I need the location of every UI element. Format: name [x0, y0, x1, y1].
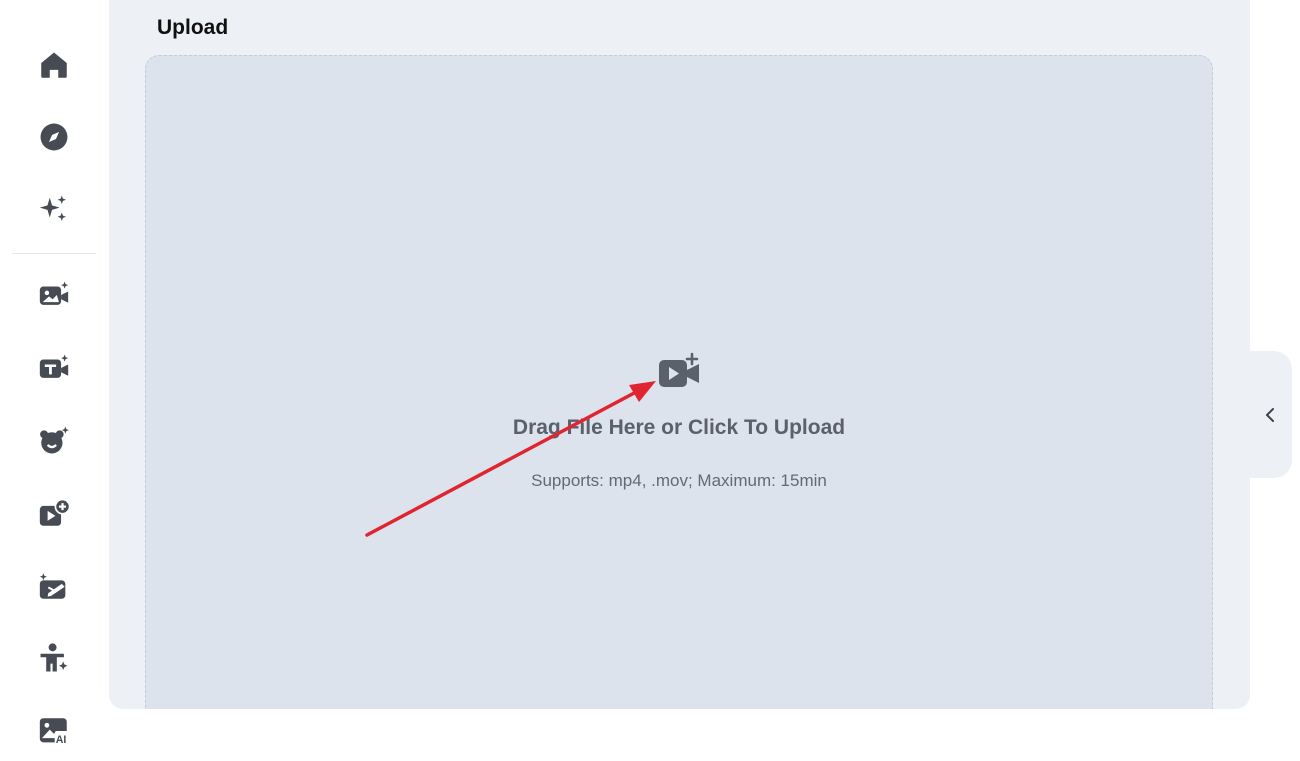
nav-ai-image[interactable]: AI — [34, 711, 74, 751]
upload-dropzone[interactable]: Drag File Here or Click To Upload Suppor… — [145, 55, 1213, 709]
svg-text:AI: AI — [56, 734, 67, 746]
image-to-video-icon — [39, 281, 69, 305]
sparkles-icon — [39, 195, 67, 222]
home-icon — [41, 52, 67, 78]
add-video-icon — [39, 498, 71, 526]
compass-icon — [40, 123, 68, 151]
upload-panel-clip: Upload Drag File Here or Click To Upload… — [109, 0, 1250, 709]
sidebar-divider — [12, 253, 96, 254]
nav-avatar[interactable] — [34, 420, 74, 460]
nav-home[interactable] — [34, 45, 74, 85]
sidebar-nav: AI — [0, 0, 108, 761]
panel-title: Upload — [157, 16, 229, 39]
nav-add-video[interactable] — [34, 493, 74, 533]
upload-instruction: Drag File Here or Click To Upload — [512, 416, 846, 439]
nav-ai-create[interactable] — [34, 189, 74, 229]
chevron-left-icon — [1266, 407, 1274, 422]
person-magic-icon — [40, 643, 68, 672]
nav-image-to-video[interactable] — [34, 275, 74, 315]
nav-person-magic[interactable] — [34, 638, 74, 678]
upload-panel: Upload Drag File Here or Click To Upload… — [109, 0, 1250, 709]
video-edit-icon — [39, 573, 66, 599]
text-to-video-icon — [39, 354, 69, 378]
collapse-panel-button[interactable] — [1248, 351, 1292, 478]
video-plus-icon[interactable] — [656, 352, 704, 392]
ai-image-icon: AI — [39, 718, 69, 746]
nav-explore[interactable] — [34, 117, 74, 157]
avatar-icon — [40, 426, 69, 454]
nav-video-edit[interactable] — [34, 566, 74, 606]
nav-text-to-video[interactable] — [34, 348, 74, 388]
upload-supported-formats: Supports: mp4, .mov; Maximum: 15min — [531, 471, 827, 490]
